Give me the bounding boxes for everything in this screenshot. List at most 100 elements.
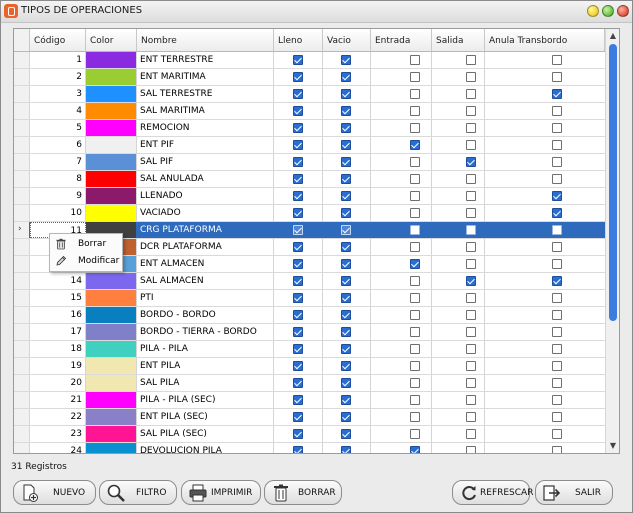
anula-checkbox[interactable] xyxy=(552,191,562,201)
entrada-checkbox[interactable] xyxy=(410,140,420,150)
salida-checkbox[interactable] xyxy=(466,310,476,320)
lleno-checkbox[interactable] xyxy=(293,446,303,453)
table-row[interactable]: 8 SAL ANULADA xyxy=(14,171,605,188)
scroll-up-icon[interactable]: ▲ xyxy=(606,29,619,43)
entrada-checkbox[interactable] xyxy=(410,361,420,371)
salida-checkbox[interactable] xyxy=(466,191,476,201)
row-indicator[interactable] xyxy=(14,324,30,340)
row-indicator[interactable] xyxy=(14,290,30,306)
row-indicator[interactable] xyxy=(14,205,30,221)
lleno-checkbox[interactable] xyxy=(293,55,303,65)
salida-checkbox[interactable] xyxy=(466,361,476,371)
entrada-checkbox[interactable] xyxy=(410,310,420,320)
salida-checkbox[interactable] xyxy=(466,242,476,252)
anula-checkbox[interactable] xyxy=(552,174,562,184)
lleno-checkbox[interactable] xyxy=(293,123,303,133)
salida-checkbox[interactable] xyxy=(466,378,476,388)
row-indicator[interactable] xyxy=(14,154,30,170)
anula-checkbox[interactable] xyxy=(552,208,562,218)
lleno-checkbox[interactable] xyxy=(293,293,303,303)
vacio-checkbox[interactable] xyxy=(341,89,351,99)
table-row[interactable]: 2 ENT MARITIMA xyxy=(14,69,605,86)
salida-checkbox[interactable] xyxy=(466,327,476,337)
vacio-checkbox[interactable] xyxy=(341,344,351,354)
entrada-checkbox[interactable] xyxy=(410,344,420,354)
entrada-checkbox[interactable] xyxy=(410,72,420,82)
vacio-checkbox[interactable] xyxy=(341,259,351,269)
lleno-checkbox[interactable] xyxy=(293,344,303,354)
refrescar-button[interactable]: REFRESCAR xyxy=(452,480,533,505)
lleno-checkbox[interactable] xyxy=(293,310,303,320)
anula-checkbox[interactable] xyxy=(552,123,562,133)
anula-checkbox[interactable] xyxy=(552,293,562,303)
header-codigo[interactable]: Código xyxy=(30,29,86,51)
row-indicator[interactable] xyxy=(14,52,30,68)
salida-checkbox[interactable] xyxy=(466,259,476,269)
vacio-checkbox[interactable] xyxy=(341,72,351,82)
lleno-checkbox[interactable] xyxy=(293,327,303,337)
anula-checkbox[interactable] xyxy=(552,395,562,405)
vacio-checkbox[interactable] xyxy=(341,191,351,201)
table-row[interactable]: 4 SAL MARITIMA xyxy=(14,103,605,120)
lleno-checkbox[interactable] xyxy=(293,72,303,82)
table-row[interactable]: 15 PTI xyxy=(14,290,605,307)
table-row[interactable]: 17 BORDO - TIERRA - BORDO xyxy=(14,324,605,341)
row-indicator[interactable] xyxy=(14,239,30,255)
lleno-checkbox[interactable] xyxy=(293,259,303,269)
vacio-checkbox[interactable] xyxy=(341,293,351,303)
vacio-checkbox[interactable] xyxy=(341,55,351,65)
vacio-checkbox[interactable] xyxy=(341,310,351,320)
vacio-checkbox[interactable] xyxy=(341,412,351,422)
anula-checkbox[interactable] xyxy=(552,225,562,235)
salida-checkbox[interactable] xyxy=(466,395,476,405)
anula-checkbox[interactable] xyxy=(552,276,562,286)
anula-checkbox[interactable] xyxy=(552,72,562,82)
entrada-checkbox[interactable] xyxy=(410,89,420,99)
vacio-checkbox[interactable] xyxy=(341,208,351,218)
vacio-checkbox[interactable] xyxy=(341,123,351,133)
table-row[interactable]: 6 ENT PIF xyxy=(14,137,605,154)
entrada-checkbox[interactable] xyxy=(410,327,420,337)
anula-checkbox[interactable] xyxy=(552,327,562,337)
entrada-checkbox[interactable] xyxy=(410,293,420,303)
anula-checkbox[interactable] xyxy=(552,344,562,354)
salida-checkbox[interactable] xyxy=(466,446,476,453)
table-row[interactable]: 9 LLENADO xyxy=(14,188,605,205)
salida-checkbox[interactable] xyxy=(466,174,476,184)
header-nombre[interactable]: Nombre xyxy=(137,29,274,51)
header-anula-transbordo[interactable]: Anula Transbordo xyxy=(485,29,605,51)
lleno-checkbox[interactable] xyxy=(293,157,303,167)
maximize-button[interactable] xyxy=(602,5,614,17)
salida-checkbox[interactable] xyxy=(466,157,476,167)
entrada-checkbox[interactable] xyxy=(410,412,420,422)
entrada-checkbox[interactable] xyxy=(410,276,420,286)
lleno-checkbox[interactable] xyxy=(293,208,303,218)
header-entrada[interactable]: Entrada xyxy=(371,29,432,51)
table-row[interactable]: 1 ENT TERRESTRE xyxy=(14,52,605,69)
scroll-down-icon[interactable]: ▼ xyxy=(606,439,619,453)
anula-checkbox[interactable] xyxy=(552,55,562,65)
entrada-checkbox[interactable] xyxy=(410,378,420,388)
lleno-checkbox[interactable] xyxy=(293,429,303,439)
row-indicator[interactable] xyxy=(14,341,30,357)
nuevo-button[interactable]: NUEVO xyxy=(13,480,96,505)
vacio-checkbox[interactable] xyxy=(341,140,351,150)
row-indicator[interactable] xyxy=(14,426,30,442)
entrada-checkbox[interactable] xyxy=(410,395,420,405)
anula-checkbox[interactable] xyxy=(552,378,562,388)
context-menu-borrar[interactable]: Borrar xyxy=(50,236,122,253)
entrada-checkbox[interactable] xyxy=(410,259,420,269)
filtro-button[interactable]: FILTRO xyxy=(99,480,177,505)
table-row[interactable]: 16 BORDO - BORDO xyxy=(14,307,605,324)
anula-checkbox[interactable] xyxy=(552,259,562,269)
entrada-checkbox[interactable] xyxy=(410,191,420,201)
table-row[interactable]: 7 SAL PIF xyxy=(14,154,605,171)
row-indicator[interactable] xyxy=(14,69,30,85)
row-indicator[interactable] xyxy=(14,409,30,425)
anula-checkbox[interactable] xyxy=(552,412,562,422)
header-vacio[interactable]: Vacio xyxy=(323,29,371,51)
vacio-checkbox[interactable] xyxy=(341,174,351,184)
lleno-checkbox[interactable] xyxy=(293,276,303,286)
salida-checkbox[interactable] xyxy=(466,344,476,354)
entrada-checkbox[interactable] xyxy=(410,174,420,184)
